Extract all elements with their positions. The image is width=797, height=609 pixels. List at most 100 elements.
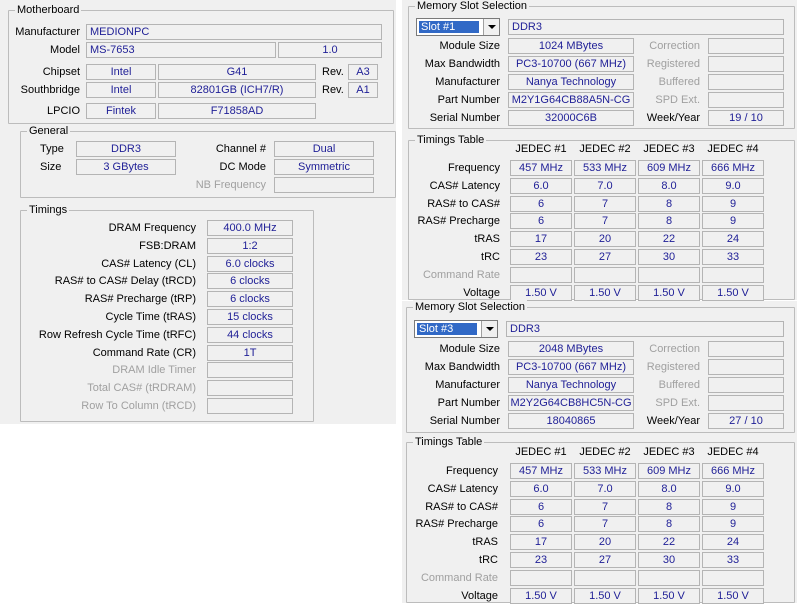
slot-info-label: Serial Number bbox=[429, 112, 500, 124]
table-cell: 7.0 bbox=[574, 177, 636, 194]
timing-value: 400.0 MHz bbox=[207, 220, 293, 236]
table-cell: 1.50 V bbox=[574, 587, 636, 604]
model-revision-value: 1.0 bbox=[278, 42, 382, 58]
slot1-selection-title: Memory Slot Selection bbox=[415, 0, 530, 13]
table-cell: 1.50 V bbox=[702, 284, 764, 301]
table-cell: 30 bbox=[638, 249, 700, 265]
table-cell: 6 bbox=[510, 195, 572, 212]
chipset-label: Chipset bbox=[42, 66, 80, 78]
nb-frequency-value bbox=[274, 177, 374, 193]
table-cell: 24 bbox=[702, 534, 764, 551]
chipset-rev-label: Rev. bbox=[322, 66, 344, 78]
timing-value: 1T bbox=[207, 344, 293, 361]
table-cell: 666 MHz bbox=[702, 463, 764, 479]
timing-value: 6 clocks bbox=[207, 273, 293, 290]
table-cell: 22 bbox=[638, 231, 700, 248]
slot1-type-value: DDR3 bbox=[508, 19, 784, 35]
spd-slot3-panel: Memory Slot Selection Slot #3 DDR3 Modul… bbox=[402, 300, 797, 604]
chipset-rev-value: A3 bbox=[348, 64, 378, 80]
table-cell bbox=[510, 266, 572, 283]
table-cell: 8.0 bbox=[638, 480, 700, 497]
slot-info-label: Buffered bbox=[658, 379, 700, 391]
table-cell bbox=[702, 266, 764, 283]
slot3-dropdown[interactable]: Slot #3 bbox=[414, 320, 498, 338]
table-cell: 1.50 V bbox=[638, 587, 700, 604]
table-row-label: RAS# to CAS# bbox=[425, 500, 498, 513]
slot-info-value bbox=[708, 395, 784, 411]
slot-info-label: Correction bbox=[649, 40, 700, 52]
slot-info-value: PC3-10700 (667 MHz) bbox=[508, 56, 634, 72]
slot-info-value: 19 / 10 bbox=[708, 110, 784, 126]
table-cell: 22 bbox=[638, 534, 700, 551]
table-row-label: tRAS bbox=[472, 536, 498, 549]
size-label: Size bbox=[40, 161, 62, 173]
slot-info-label: Manufacturer bbox=[435, 379, 500, 391]
slot1-dropdown[interactable]: Slot #1 bbox=[416, 18, 500, 36]
slot-info-label: Buffered bbox=[658, 76, 700, 88]
table-cell: 33 bbox=[702, 552, 764, 568]
table-cell: 24 bbox=[702, 231, 764, 248]
slot-info-value: 27 / 10 bbox=[708, 413, 784, 429]
table-cell: 1.50 V bbox=[638, 284, 700, 301]
slot-info-value bbox=[708, 38, 784, 54]
table-cell: 20 bbox=[574, 534, 636, 551]
timing-value: 15 clocks bbox=[207, 309, 293, 325]
lpcio-label: LPCIO bbox=[46, 105, 80, 117]
timing-value: 6.0 clocks bbox=[207, 255, 293, 272]
table-cell: 1.50 V bbox=[574, 284, 636, 301]
table-cell: 666 MHz bbox=[702, 160, 764, 176]
jedec-header: JEDEC #3 bbox=[643, 446, 695, 458]
model-label: Model bbox=[50, 44, 80, 56]
timing-label: Cycle Time (tRAS) bbox=[105, 311, 196, 323]
southbridge-label: Southbridge bbox=[20, 84, 80, 96]
table-cell: 1.50 V bbox=[510, 284, 572, 301]
table-cell: 20 bbox=[574, 231, 636, 248]
table-row-label: Voltage bbox=[463, 286, 500, 299]
jedec-header: JEDEC #3 bbox=[643, 143, 695, 155]
timing-label: RAS# Precharge (tRP) bbox=[84, 293, 196, 306]
table-cell: 9 bbox=[702, 213, 764, 230]
chevron-down-icon[interactable] bbox=[481, 321, 497, 337]
table-row-label: RAS# Precharge bbox=[415, 518, 498, 531]
table-cell: 9.0 bbox=[702, 177, 764, 194]
timing-label: FSB:DRAM bbox=[139, 239, 196, 252]
table-cell: 8 bbox=[638, 498, 700, 515]
slot-info-label: Manufacturer bbox=[435, 76, 500, 88]
motherboard-group-title: Motherboard bbox=[15, 3, 82, 17]
table-cell: 8 bbox=[638, 516, 700, 533]
slot1-dropdown-selected: Slot #1 bbox=[419, 21, 479, 33]
timings-group-title: Timings bbox=[27, 203, 70, 217]
slot-info-value: M2Y1G64CB88A5N-CG bbox=[508, 92, 634, 108]
slot-info-value bbox=[708, 359, 784, 375]
model-value: MS-7653 bbox=[86, 42, 276, 58]
timing-label: Command Rate (CR) bbox=[92, 346, 196, 359]
jedec-header: JEDEC #2 bbox=[579, 143, 631, 155]
slot-info-value: PC3-10700 (667 MHz) bbox=[508, 359, 634, 375]
timing-value bbox=[207, 398, 293, 414]
table-row-label: RAS# to CAS# bbox=[427, 197, 500, 210]
table-cell: 9.0 bbox=[702, 480, 764, 497]
lpcio-model-value: F71858AD bbox=[158, 103, 316, 119]
jedec-header: JEDEC #1 bbox=[515, 446, 567, 458]
mainboard-memory-panel: Motherboard Manufacturer MEDIONPC Model … bbox=[0, 0, 396, 424]
slot-info-label: Correction bbox=[649, 343, 700, 355]
table-cell: 9 bbox=[702, 498, 764, 515]
general-group-title: General bbox=[27, 124, 71, 138]
dc-mode-label: DC Mode bbox=[219, 161, 266, 173]
manufacturer-value: MEDIONPC bbox=[86, 24, 382, 40]
timing-value: 6 clocks bbox=[207, 291, 293, 308]
table-cell: 457 MHz bbox=[510, 463, 572, 479]
slot-info-value bbox=[708, 74, 784, 90]
slot-info-label: Module Size bbox=[439, 40, 500, 52]
slot-info-value bbox=[708, 92, 784, 108]
table-cell: 30 bbox=[638, 552, 700, 568]
table-row-label: tRC bbox=[481, 251, 500, 263]
table-cell: 7.0 bbox=[574, 480, 636, 497]
table-cell bbox=[638, 569, 700, 586]
slot-info-label: Max Bandwidth bbox=[424, 361, 500, 373]
slot-info-label: Registered bbox=[646, 361, 700, 373]
chevron-down-icon[interactable] bbox=[483, 19, 499, 35]
slot3-timings-table-title: Timings Table bbox=[413, 435, 485, 449]
slot-info-label: Part Number bbox=[437, 94, 500, 106]
southbridge-rev-value: A1 bbox=[348, 82, 378, 98]
